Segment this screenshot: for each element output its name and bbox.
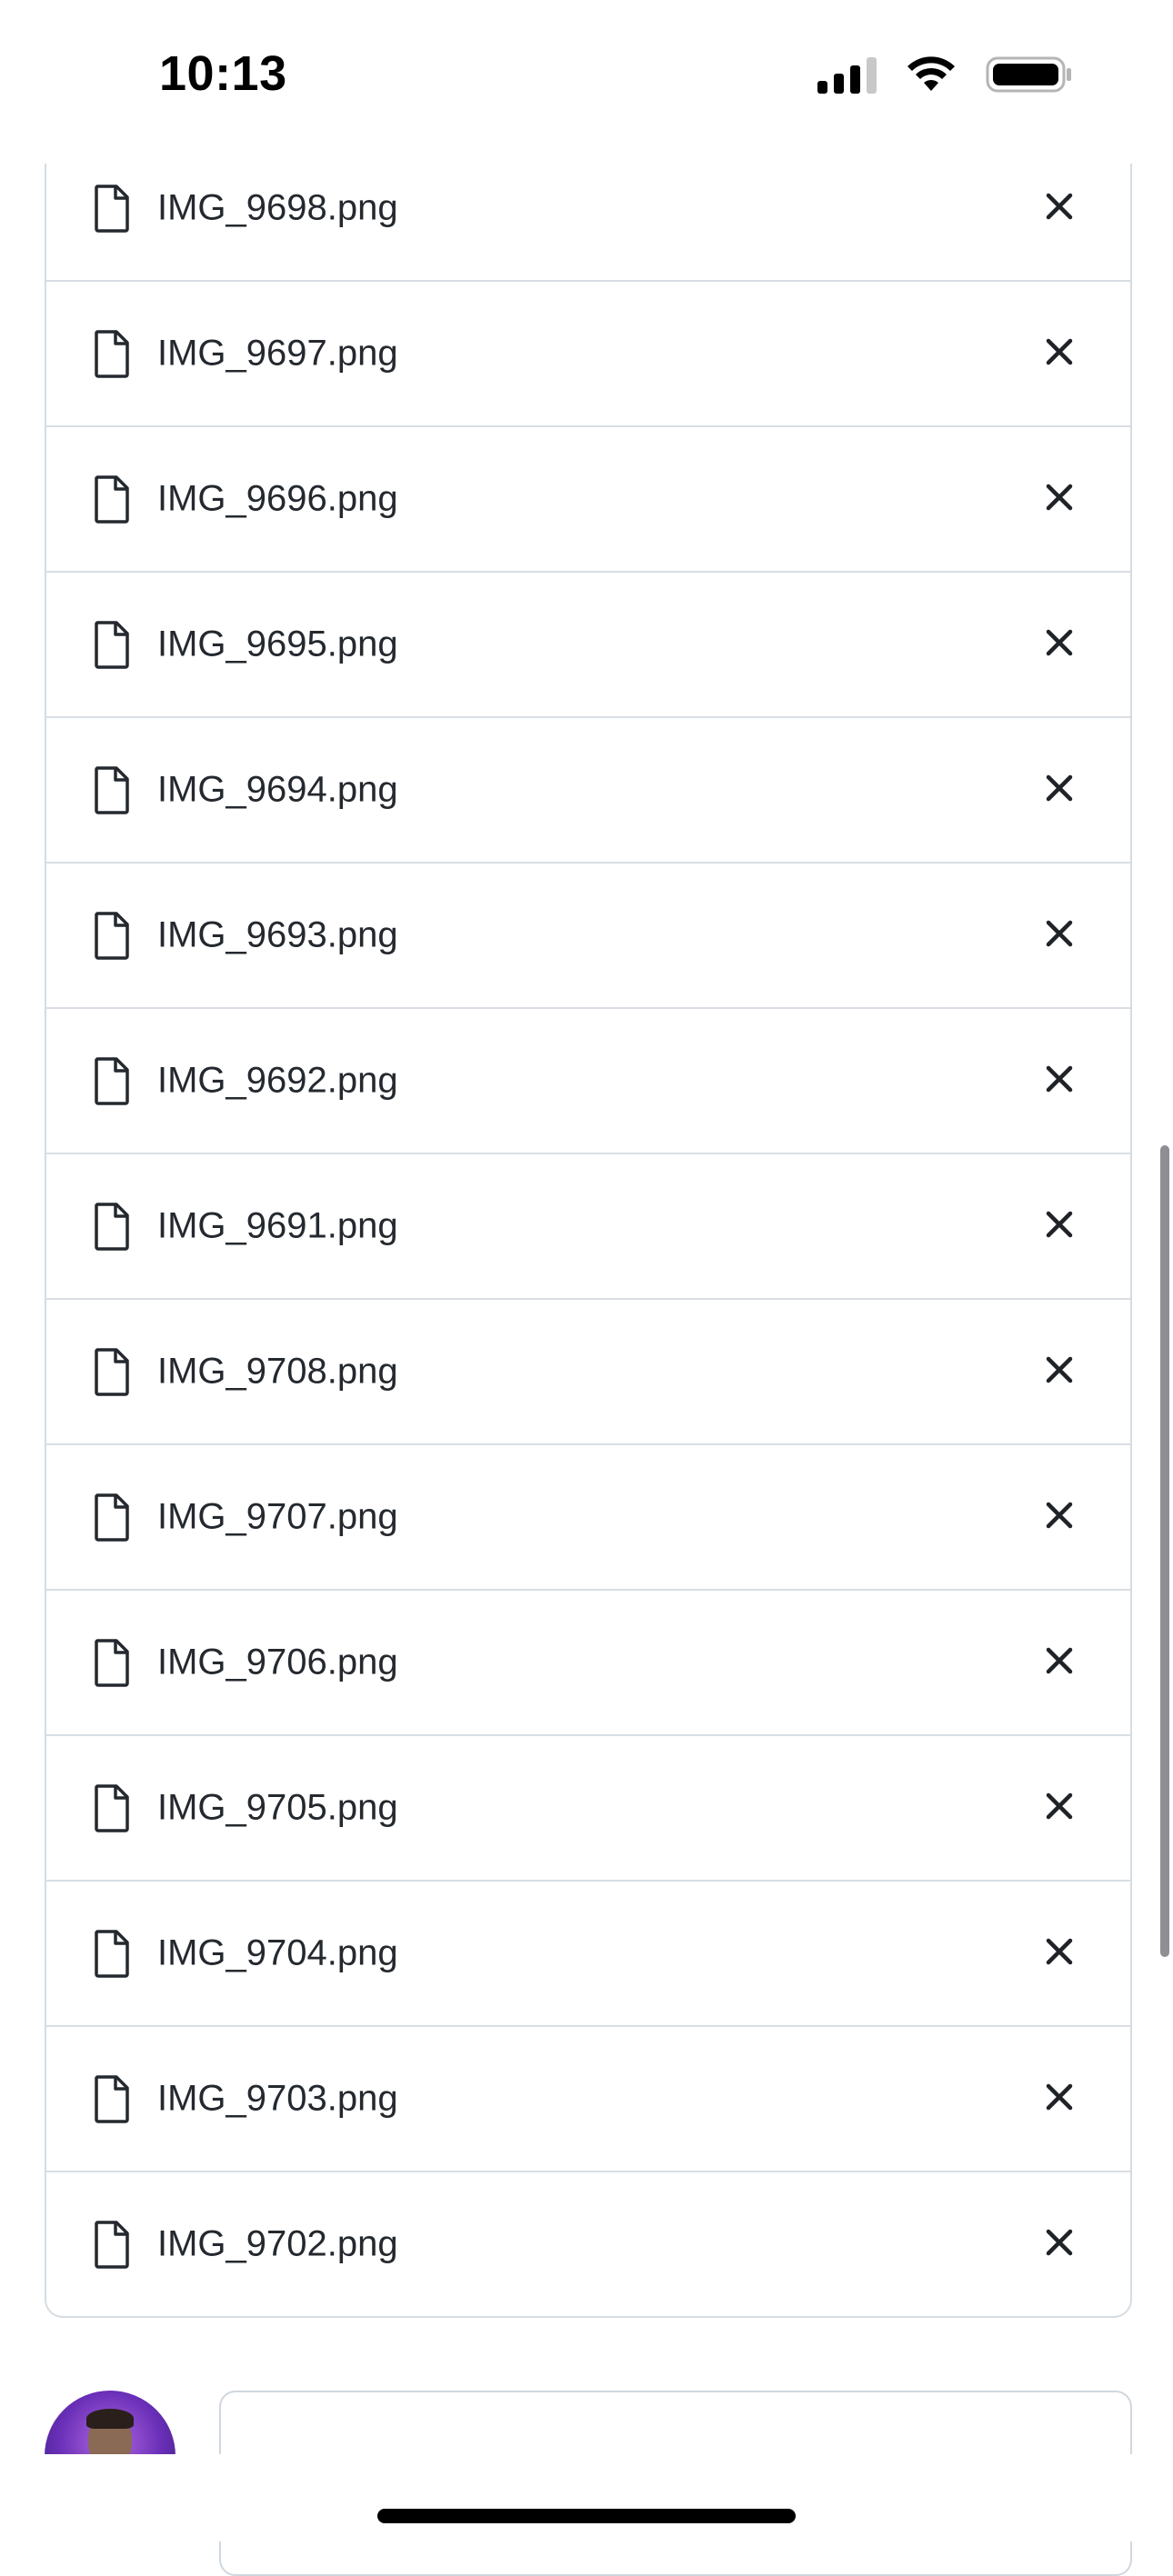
file-icon — [94, 1783, 130, 1832]
remove-file-button[interactable] — [1034, 328, 1085, 379]
remove-file-button[interactable] — [1034, 2073, 1085, 2124]
remove-file-button[interactable] — [1034, 1055, 1085, 1106]
close-icon — [1046, 774, 1073, 806]
file-name[interactable]: IMG_9698.png — [157, 188, 398, 229]
file-icon — [94, 2074, 130, 2123]
file-name[interactable]: IMG_9706.png — [157, 1642, 398, 1683]
file-row[interactable]: IMG_9692.png — [46, 1009, 1130, 1154]
remove-file-button[interactable] — [1034, 183, 1085, 234]
file-name[interactable]: IMG_9692.png — [157, 1061, 398, 1102]
file-name[interactable]: IMG_9695.png — [157, 624, 398, 665]
battery-icon — [986, 56, 1071, 93]
file-name[interactable]: IMG_9694.png — [157, 770, 398, 811]
remove-file-button[interactable] — [1034, 1201, 1085, 1252]
remove-file-button[interactable] — [1034, 910, 1085, 961]
remove-file-button[interactable] — [1034, 1637, 1085, 1688]
file-name[interactable]: IMG_9707.png — [157, 1497, 398, 1538]
remove-file-button[interactable] — [1034, 1782, 1085, 1833]
file-name[interactable]: IMG_9704.png — [157, 1933, 398, 1974]
remove-file-button[interactable] — [1034, 1346, 1085, 1397]
status-bar: 10:13 — [0, 0, 1173, 164]
file-name[interactable]: IMG_9708.png — [157, 1352, 398, 1393]
remove-file-button[interactable] — [1034, 1928, 1085, 1979]
file-row[interactable]: IMG_9704.png — [46, 1882, 1130, 2027]
attachment-list: IMG_9698.png IMG_9697.png IMG_9696.png IMG_… — [45, 164, 1132, 2318]
file-icon — [94, 2220, 130, 2269]
file-icon — [94, 1347, 130, 1396]
remove-file-button[interactable] — [1034, 474, 1085, 524]
file-row[interactable]: IMG_9691.png — [46, 1154, 1130, 1300]
close-icon — [1046, 193, 1073, 225]
signal-icon — [817, 55, 877, 94]
file-name[interactable]: IMG_9697.png — [157, 334, 398, 374]
file-row[interactable]: IMG_9693.png — [46, 864, 1130, 1009]
file-icon — [94, 765, 130, 814]
file-icon — [94, 184, 130, 233]
close-icon — [1046, 629, 1073, 661]
file-row[interactable]: IMG_9695.png — [46, 573, 1130, 718]
file-icon — [94, 329, 130, 378]
file-icon — [94, 1493, 130, 1542]
remove-file-button[interactable] — [1034, 619, 1085, 670]
file-name[interactable]: IMG_9693.png — [157, 915, 398, 956]
close-icon — [1046, 920, 1073, 952]
close-icon — [1046, 484, 1073, 515]
close-icon — [1046, 1211, 1073, 1243]
remove-file-button[interactable] — [1034, 764, 1085, 815]
file-row[interactable]: IMG_9705.png — [46, 1736, 1130, 1882]
file-icon — [94, 474, 130, 524]
file-icon — [94, 911, 130, 960]
wifi-icon — [907, 56, 955, 91]
file-row[interactable]: IMG_9698.png — [46, 164, 1130, 282]
status-icons — [817, 55, 1073, 95]
remove-file-button[interactable] — [1034, 1492, 1085, 1543]
remove-file-button[interactable] — [1034, 2219, 1085, 2270]
file-name[interactable]: IMG_9696.png — [157, 479, 398, 520]
file-row[interactable]: IMG_9702.png — [46, 2172, 1130, 2316]
close-icon — [1046, 1065, 1073, 1097]
file-name[interactable]: IMG_9705.png — [157, 1788, 398, 1829]
file-row[interactable]: IMG_9703.png — [46, 2027, 1130, 2172]
file-name[interactable]: IMG_9691.png — [157, 1206, 398, 1247]
file-icon — [94, 620, 130, 669]
file-row[interactable]: IMG_9694.png — [46, 718, 1130, 864]
close-icon — [1046, 1792, 1073, 1824]
file-icon — [94, 1202, 130, 1251]
content-viewport[interactable]: IMG_9698.png IMG_9697.png IMG_9696.png IMG_… — [0, 164, 1173, 2454]
file-row[interactable]: IMG_9707.png — [46, 1445, 1130, 1591]
close-icon — [1046, 1356, 1073, 1388]
scrollbar[interactable] — [1160, 1145, 1169, 1957]
file-icon — [94, 1638, 130, 1687]
home-indicator[interactable] — [377, 2509, 796, 2523]
close-icon — [1046, 1502, 1073, 1533]
close-icon — [1046, 2229, 1073, 2261]
close-icon — [1046, 338, 1073, 370]
file-icon — [94, 1929, 130, 1978]
file-row[interactable]: IMG_9697.png — [46, 282, 1130, 427]
close-icon — [1046, 1647, 1073, 1679]
file-row[interactable]: IMG_9696.png — [46, 427, 1130, 573]
file-name[interactable]: IMG_9703.png — [157, 2079, 398, 2120]
file-row[interactable]: IMG_9706.png — [46, 1591, 1130, 1736]
status-time: 10:13 — [159, 46, 287, 101]
file-row[interactable]: IMG_9708.png — [46, 1300, 1130, 1445]
file-name[interactable]: IMG_9702.png — [157, 2224, 398, 2265]
close-icon — [1046, 1938, 1073, 1970]
close-icon — [1046, 2083, 1073, 2115]
file-icon — [94, 1056, 130, 1105]
